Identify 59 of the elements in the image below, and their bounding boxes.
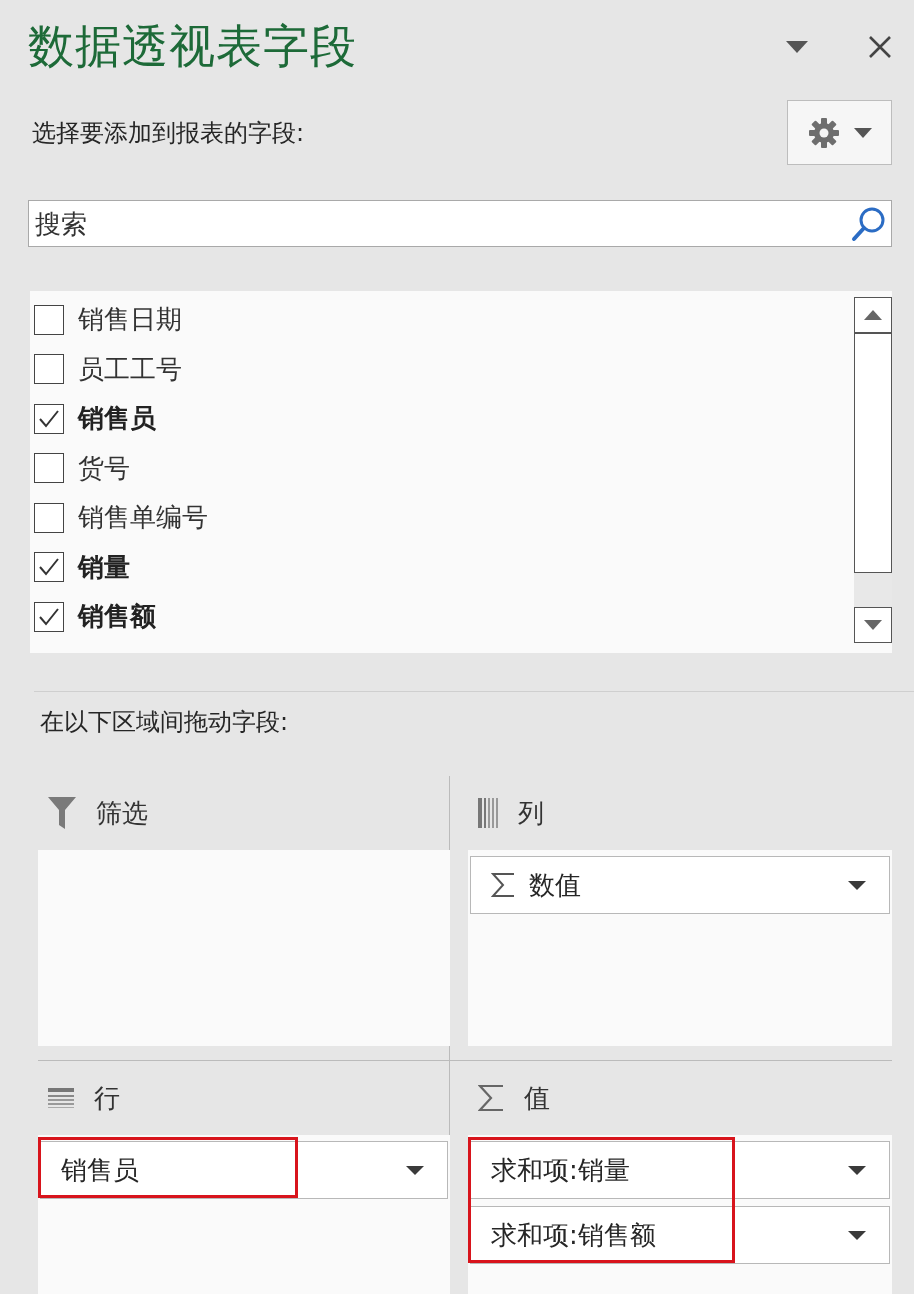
field-name[interactable]: 货号 xyxy=(78,450,130,486)
down-icon xyxy=(864,620,882,630)
caret-icon[interactable] xyxy=(847,879,867,891)
scroll-thumb[interactable] xyxy=(854,333,892,573)
check-icon xyxy=(39,409,59,428)
pill-label: 数值 xyxy=(529,868,581,902)
gear-icon xyxy=(807,116,840,149)
search-field[interactable]: 搜索 xyxy=(28,200,892,247)
close-button[interactable] xyxy=(868,35,892,59)
field-name[interactable]: 销售额 xyxy=(78,599,156,635)
field-name[interactable]: 销售日期 xyxy=(78,302,182,338)
pane-options-button[interactable] xyxy=(786,41,808,53)
area-label: 行 xyxy=(94,1081,120,1115)
checkbox[interactable] xyxy=(34,304,64,335)
scroll-down-button[interactable] xyxy=(854,607,892,643)
checkbox[interactable] xyxy=(34,403,64,434)
pill-label: 销售员 xyxy=(61,1153,139,1187)
field-name[interactable]: 销量 xyxy=(78,549,130,585)
pill-label: 求和项:销量 xyxy=(491,1153,630,1187)
caret-icon[interactable] xyxy=(847,1229,867,1241)
drop-area[interactable]: 求和项:销量 求和项:销售额 xyxy=(468,1135,892,1294)
field-pill[interactable]: 数值 xyxy=(470,856,890,914)
checkbox[interactable] xyxy=(34,354,64,385)
filter-icon xyxy=(48,797,76,829)
pill-label: 求和项:销售额 xyxy=(491,1218,656,1252)
drop-area[interactable]: 数值 xyxy=(468,850,892,1046)
checkbox[interactable] xyxy=(34,502,64,533)
section-label: 选择要添加到报表的字段: xyxy=(32,117,305,149)
area-label: 值 xyxy=(524,1081,550,1115)
search-input[interactable]: 搜索 xyxy=(33,207,851,240)
sigma-icon xyxy=(478,1084,504,1112)
close-icon xyxy=(868,35,892,59)
scroll-up-button[interactable] xyxy=(854,297,892,333)
field-name[interactable]: 销售员 xyxy=(78,401,156,437)
search-icon xyxy=(851,205,887,242)
settings-button[interactable] xyxy=(787,100,892,165)
field-pill[interactable]: 销售员 xyxy=(40,1141,448,1199)
checkbox[interactable] xyxy=(34,552,64,583)
checkbox[interactable] xyxy=(34,601,64,632)
check-icon xyxy=(39,558,59,577)
field-pill[interactable]: 求和项:销量 xyxy=(470,1141,890,1199)
field-name[interactable]: 销售单编号 xyxy=(78,500,208,536)
caret-icon xyxy=(786,41,808,53)
rows-icon xyxy=(48,1088,74,1108)
drop-area[interactable]: 销售员 xyxy=(38,1135,450,1294)
area-label: 筛选 xyxy=(96,796,148,830)
pane-title: 数据透视表字段 xyxy=(28,18,358,75)
field-name[interactable]: 员工工号 xyxy=(78,351,182,387)
sigma-icon xyxy=(491,872,515,898)
caret-icon[interactable] xyxy=(847,1164,867,1176)
check-icon xyxy=(39,607,59,626)
field-pill[interactable]: 求和项:销售额 xyxy=(470,1206,890,1264)
caret-icon xyxy=(853,127,872,138)
up-icon xyxy=(864,310,882,320)
caret-icon[interactable] xyxy=(405,1164,425,1176)
checkbox[interactable] xyxy=(34,453,64,484)
columns-icon xyxy=(478,798,498,828)
area-label: 列 xyxy=(518,796,544,830)
section-label: 在以下区域间拖动字段: xyxy=(39,707,290,738)
